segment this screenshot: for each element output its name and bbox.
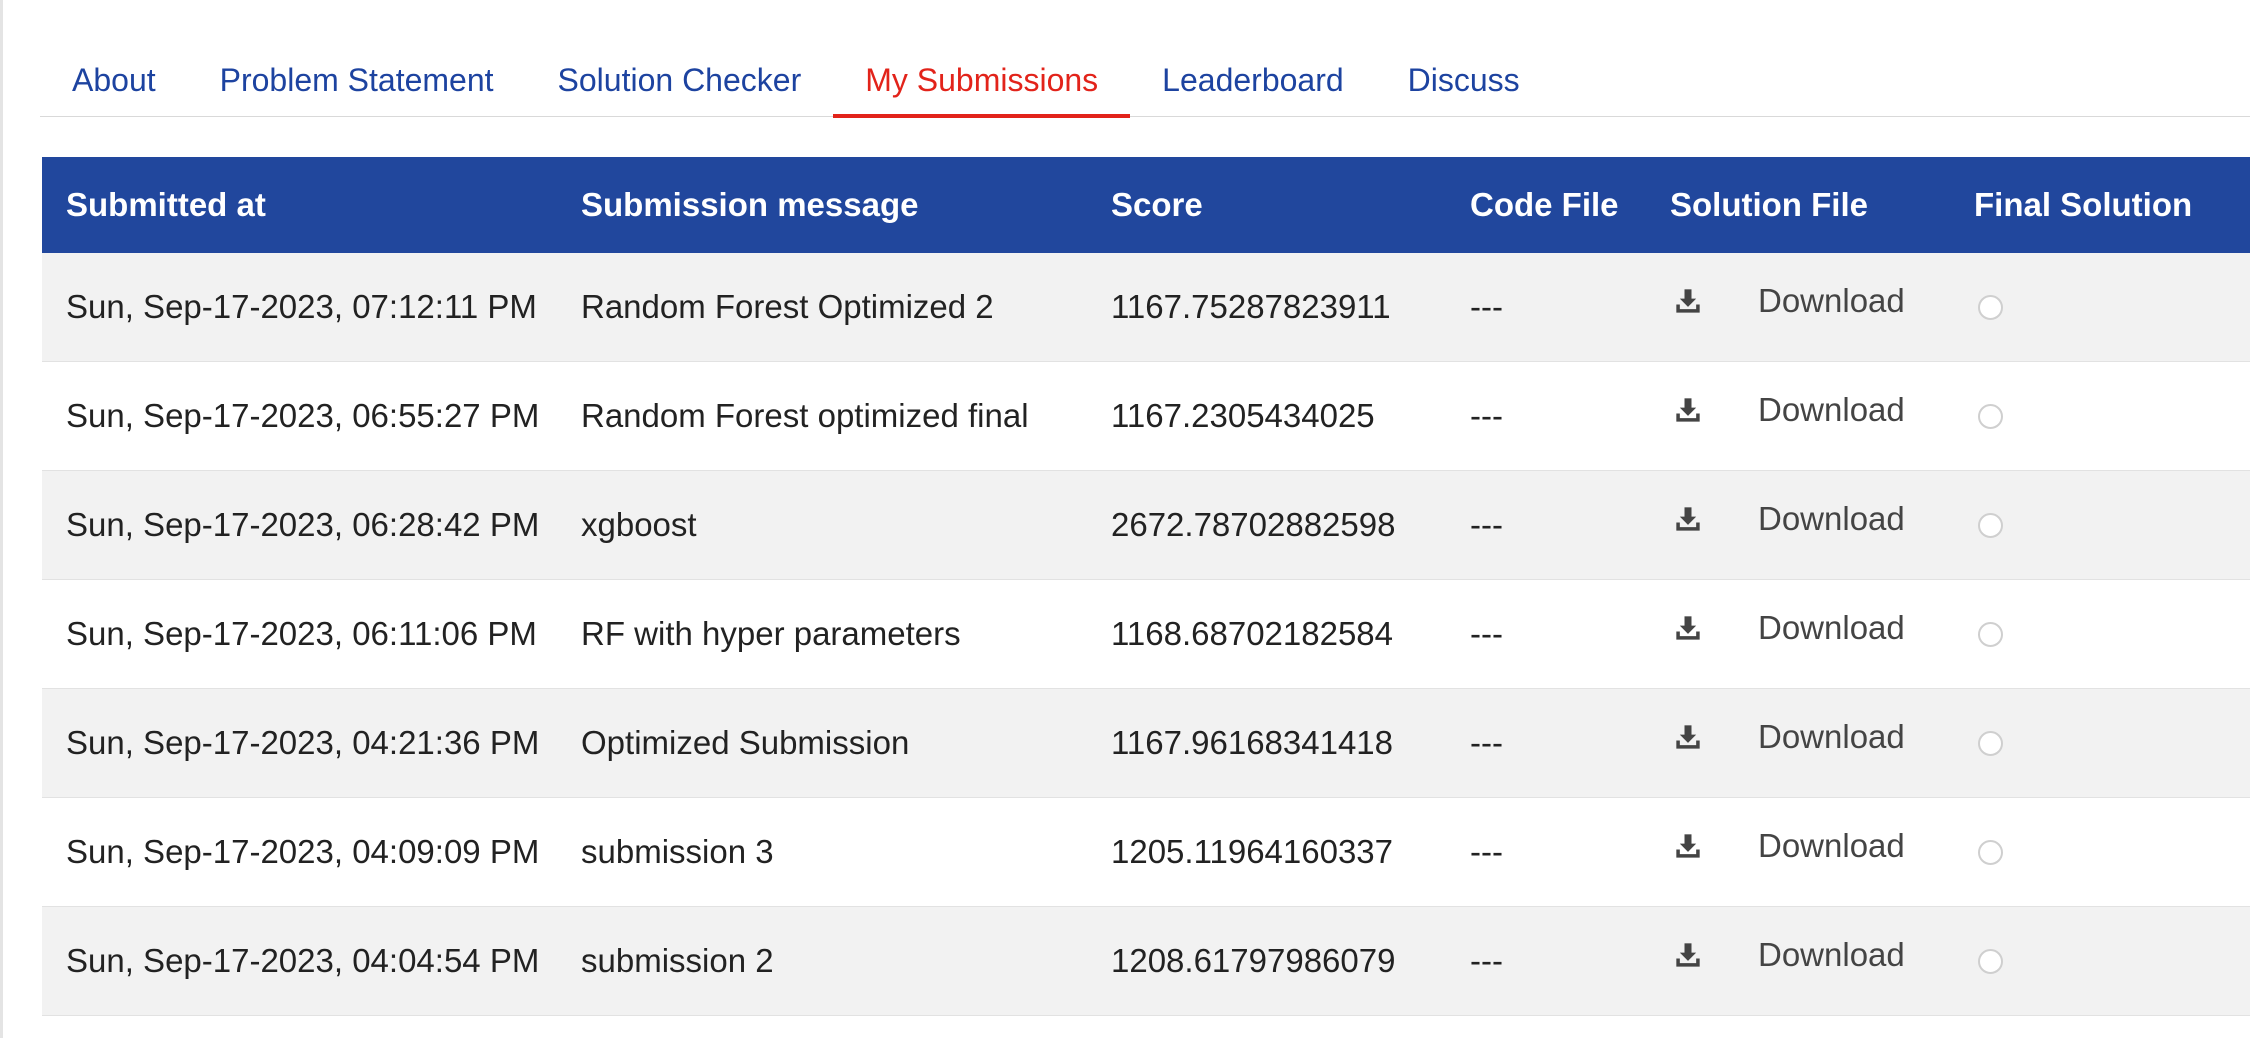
header-score: Score: [1111, 186, 1203, 223]
solution-file-cell: Download: [1670, 718, 1974, 762]
table-row: Sun, Sep-17-2023, 06:55:27 PM Random For…: [42, 362, 2250, 471]
table-header: Submitted at Submission message Score Co…: [42, 157, 2250, 253]
header-code-file: Code File: [1470, 186, 1619, 223]
submitted-at-cell: Sun, Sep-17-2023, 04:21:36 PM: [66, 724, 540, 761]
submitted-at-cell: Sun, Sep-17-2023, 06:11:06 PM: [66, 615, 537, 652]
table-row: Sun, Sep-17-2023, 06:11:06 PM RF with hy…: [42, 580, 2250, 689]
final-solution-radio[interactable]: [1978, 294, 2003, 320]
tab-bar: About Problem Statement Solution Checker…: [40, 44, 2250, 118]
final-solution-cell: [1974, 839, 2250, 865]
solution-file-cell: Download: [1670, 827, 1974, 871]
score-cell: 1167.75287823911: [1111, 288, 1391, 325]
final-solution-cell: [1974, 294, 2250, 320]
download-icon[interactable]: [1674, 723, 1702, 751]
tab-my-submissions[interactable]: My Submissions: [833, 44, 1131, 118]
code-file-cell: ---: [1470, 288, 1503, 325]
download-link[interactable]: Download: [1758, 718, 1905, 756]
table-row: Sun, Sep-17-2023, 04:21:36 PM Optimized …: [42, 689, 2250, 798]
download-link[interactable]: Download: [1758, 936, 1905, 974]
submitted-at-cell: Sun, Sep-17-2023, 04:09:09 PM: [66, 833, 540, 870]
header-final-solution: Final Solution: [1974, 186, 2193, 223]
code-file-cell: ---: [1470, 615, 1503, 652]
tab-leaderboard[interactable]: Leaderboard: [1130, 44, 1375, 116]
download-icon[interactable]: [1674, 614, 1702, 642]
code-file-cell: ---: [1470, 724, 1503, 761]
final-solution-radio[interactable]: [1978, 948, 2003, 974]
submission-message-cell: xgboost: [581, 506, 697, 543]
table-row: Sun, Sep-17-2023, 04:09:09 PM submission…: [42, 798, 2250, 907]
submission-message-cell: Random Forest optimized final: [581, 397, 1029, 434]
solution-file-cell: Download: [1670, 500, 1974, 544]
score-cell: 1205.11964160337: [1111, 833, 1394, 870]
header-submitted-at: Submitted at: [66, 186, 266, 223]
header-submission-message: Submission message: [581, 186, 919, 223]
header-solution-file: Solution File: [1670, 186, 1868, 223]
score-cell: 1167.2305434025: [1111, 397, 1375, 434]
score-cell: 1167.96168341418: [1111, 724, 1394, 761]
code-file-cell: ---: [1470, 833, 1503, 870]
score-cell: 1208.61797986079: [1111, 942, 1396, 979]
final-solution-cell: [1974, 948, 2250, 974]
final-solution-radio[interactable]: [1978, 403, 2003, 429]
download-link[interactable]: Download: [1758, 282, 1905, 320]
solution-file-cell: Download: [1670, 936, 1974, 980]
solution-file-cell: Download: [1670, 391, 1974, 435]
submission-message-cell: submission 2: [581, 942, 774, 979]
final-solution-radio[interactable]: [1978, 839, 2003, 865]
submissions-table: Submitted at Submission message Score Co…: [42, 157, 2250, 1016]
submission-message-cell: RF with hyper parameters: [581, 615, 961, 652]
download-icon[interactable]: [1674, 287, 1702, 315]
download-icon[interactable]: [1674, 396, 1702, 424]
download-link[interactable]: Download: [1758, 609, 1905, 647]
code-file-cell: ---: [1470, 506, 1503, 543]
download-icon[interactable]: [1674, 505, 1702, 533]
final-solution-cell: [1974, 621, 2250, 647]
final-solution-cell: [1974, 730, 2250, 756]
table-row: Sun, Sep-17-2023, 07:12:11 PM Random For…: [42, 253, 2250, 362]
submitted-at-cell: Sun, Sep-17-2023, 07:12:11 PM: [66, 288, 537, 325]
submission-message-cell: submission 3: [581, 833, 774, 870]
final-solution-cell: [1974, 512, 2250, 538]
submitted-at-cell: Sun, Sep-17-2023, 04:04:54 PM: [66, 942, 540, 979]
table-row: Sun, Sep-17-2023, 06:28:42 PM xgboost 26…: [42, 471, 2250, 580]
download-icon[interactable]: [1674, 832, 1702, 860]
download-icon[interactable]: [1674, 941, 1702, 969]
final-solution-radio[interactable]: [1978, 621, 2003, 647]
score-cell: 2672.78702882598: [1111, 506, 1396, 543]
tab-discuss[interactable]: Discuss: [1376, 44, 1552, 116]
submission-message-cell: Optimized Submission: [581, 724, 910, 761]
tab-problem-statement[interactable]: Problem Statement: [188, 44, 526, 116]
score-cell: 1168.68702182584: [1111, 615, 1394, 652]
table-body: Sun, Sep-17-2023, 07:12:11 PM Random For…: [42, 253, 2250, 1016]
final-solution-radio[interactable]: [1978, 512, 2003, 538]
submitted-at-cell: Sun, Sep-17-2023, 06:55:27 PM: [66, 397, 540, 434]
code-file-cell: ---: [1470, 942, 1503, 979]
solution-file-cell: Download: [1670, 609, 1974, 653]
submission-message-cell: Random Forest Optimized 2: [581, 288, 994, 325]
tab-solution-checker[interactable]: Solution Checker: [526, 44, 834, 116]
code-file-cell: ---: [1470, 397, 1503, 434]
solution-file-cell: Download: [1670, 282, 1974, 326]
tab-about[interactable]: About: [40, 44, 188, 116]
download-link[interactable]: Download: [1758, 827, 1905, 865]
page-left-border: [0, 0, 3, 1038]
final-solution-radio[interactable]: [1978, 730, 2003, 756]
download-link[interactable]: Download: [1758, 391, 1905, 429]
submitted-at-cell: Sun, Sep-17-2023, 06:28:42 PM: [66, 506, 540, 543]
table-row: Sun, Sep-17-2023, 04:04:54 PM submission…: [42, 907, 2250, 1016]
final-solution-cell: [1974, 403, 2250, 429]
download-link[interactable]: Download: [1758, 500, 1905, 538]
